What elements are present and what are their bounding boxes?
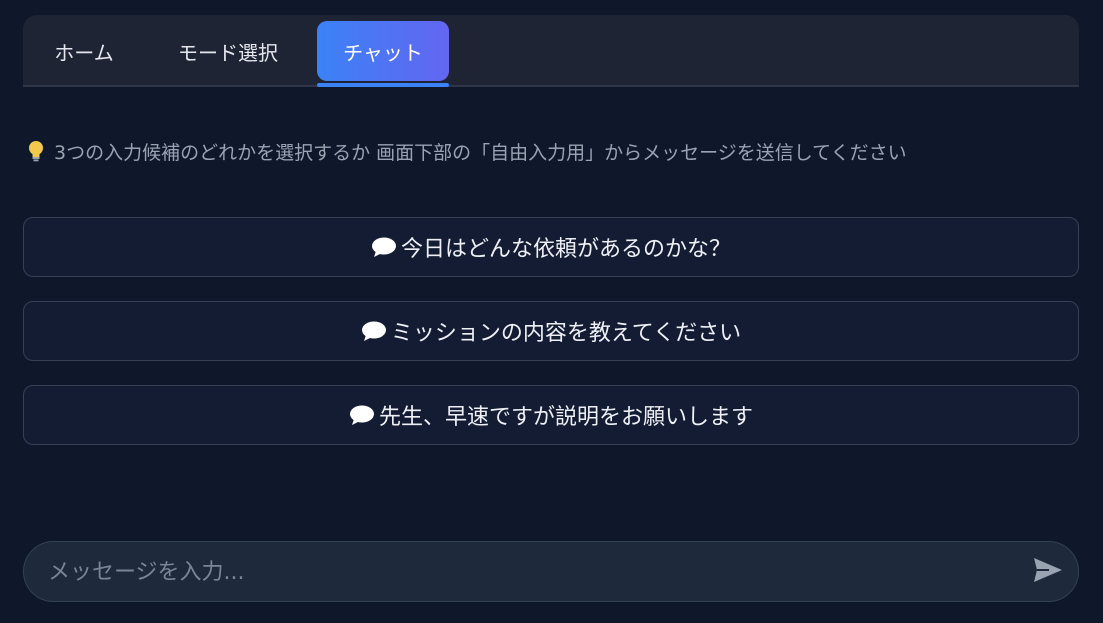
suggestion-button[interactable]: 先生、早速ですが説明をお願いします: [23, 385, 1079, 445]
send-icon: [1033, 557, 1063, 587]
tab-mode-select[interactable]: モード選択: [161, 21, 295, 81]
speech-bubble-icon: [361, 320, 387, 342]
tab-mode-select-label: モード選択: [178, 40, 278, 65]
speech-bubble-icon: [371, 236, 397, 258]
tab-home[interactable]: ホーム: [31, 21, 137, 81]
send-button[interactable]: [1032, 556, 1064, 588]
suggestion-label: ミッションの内容を教えてください: [390, 321, 742, 346]
hint-text: 3つの入力候補のどれかを選択するか 画面下部の「自由入力用」からメッセージを送信…: [54, 141, 907, 164]
tab-chat-label: チャット: [343, 40, 423, 65]
tab-chat[interactable]: チャット: [317, 21, 449, 81]
speech-bubble-icon: [349, 404, 375, 426]
suggestion-label: 今日はどんな依頼があるのかな？: [400, 237, 731, 262]
suggestion-button[interactable]: 今日はどんな依頼があるのかな？: [23, 217, 1079, 277]
tab-home-label: ホーム: [54, 40, 114, 65]
lightbulb-icon: [26, 140, 46, 162]
instruction-hint: 3つの入力候補のどれかを選択するか 画面下部の「自由入力用」からメッセージを送信…: [26, 136, 907, 166]
active-tab-indicator: [317, 83, 449, 87]
message-input[interactable]: [48, 554, 1008, 590]
message-composer: [23, 541, 1079, 602]
tab-bar: ホーム モード選択 チャット: [23, 15, 1079, 87]
suggestion-button[interactable]: ミッションの内容を教えてください: [23, 301, 1079, 361]
suggestion-label: 先生、早速ですが説明をお願いします: [378, 405, 753, 430]
